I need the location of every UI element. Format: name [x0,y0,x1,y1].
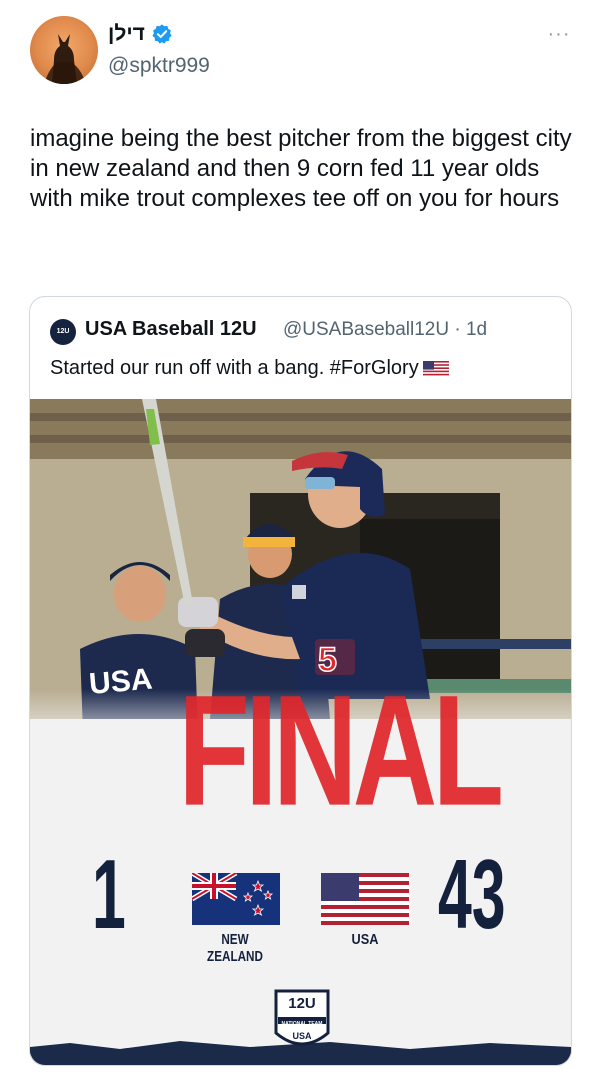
logo-title: 12U [288,995,316,1012]
tweet-text: imagine being the best pitcher from the … [30,125,572,212]
team-label-usa: USA [351,931,379,948]
author-name-text: דילן [108,22,145,45]
new-zealand-flag-icon [192,873,280,925]
quoted-author-avatar[interactable]: 12U [50,319,76,345]
verified-badge-icon [151,23,173,45]
final-headline: FINAL [178,661,504,839]
ellipsis-icon[interactable]: ··· [544,24,574,44]
logo-subtitle: NATIONAL TEAM [281,1021,323,1027]
avatar-silhouette-image [44,34,86,84]
logo-mark: USA [292,1031,312,1041]
quoted-tweet-card[interactable]: 12U USA Baseball 12U @USABaseball12U · 1… [29,296,572,1066]
quoted-tweet-text-content: Started our run off with a bang. #ForGlo… [50,357,419,379]
quoted-tweet-media[interactable]: 5 USA FINAL 1 NEW ZEALAND USA 43 12U NAT… [30,399,571,1065]
quoted-tweet-text: Started our run off with a bang. #ForGlo… [50,357,449,380]
quoted-author-name[interactable]: USA Baseball 12U [85,318,257,341]
tweet: דילן @spktr999 ··· imagine being the bes… [0,0,600,1087]
score-usa: 43 [438,839,506,949]
author-display-name[interactable]: דילן [108,22,173,46]
author-handle[interactable]: @spktr999 [108,54,210,78]
score-new-zealand: 1 [92,839,126,949]
author-avatar[interactable] [30,16,98,84]
team-label-new-zealand: NEW ZEALAND [207,931,263,965]
quoted-author-handle: @USABaseball12U · 1d [283,319,488,340]
us-flag-icon [422,360,449,377]
usa-flag-icon [321,873,409,925]
